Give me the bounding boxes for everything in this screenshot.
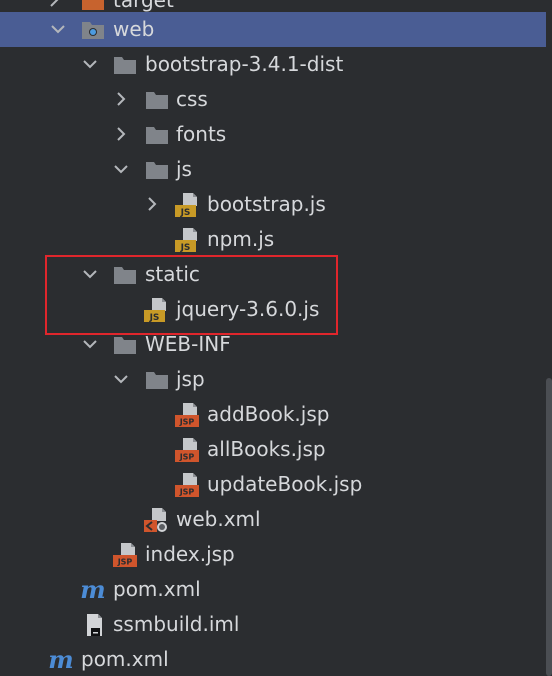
chevron-right-icon[interactable] — [111, 124, 131, 144]
chevron-down-icon[interactable] — [111, 159, 131, 179]
jsp-file-icon: JSP — [174, 472, 200, 498]
project-tree: target web bootstrap-3.4.1-dist css font… — [0, 0, 552, 676]
tree-item-index-jsp[interactable]: JSP index.jsp — [0, 537, 546, 572]
tree-item-addbook-jsp[interactable]: JSP addBook.jsp — [0, 397, 546, 432]
folder-icon — [112, 332, 138, 358]
jsp-file-icon: JSP — [174, 437, 200, 463]
chevron-right-icon[interactable] — [142, 194, 162, 214]
tree-item-label: bootstrap.js — [207, 192, 326, 216]
folder-icon — [144, 122, 170, 148]
tree-item-css[interactable]: css — [0, 82, 546, 117]
tree-item-jsp-folder[interactable]: jsp — [0, 362, 546, 397]
tree-item-label: addBook.jsp — [207, 402, 330, 426]
tree-item-bootstrap-js[interactable]: JS bootstrap.js — [0, 187, 546, 222]
tree-item-label: allBooks.jsp — [207, 437, 326, 461]
tree-item-label: pom.xml — [81, 647, 169, 671]
tree-item-label: static — [145, 262, 200, 286]
chevron-down-icon[interactable] — [80, 54, 100, 74]
tree-item-label: web — [113, 17, 155, 41]
tree-item-web[interactable]: web — [0, 12, 546, 47]
tree-item-js-folder[interactable]: js — [0, 152, 546, 187]
tree-item-label: jsp — [176, 367, 205, 391]
folder-icon — [112, 52, 138, 78]
tree-item-web-inf[interactable]: WEB-INF — [0, 327, 546, 362]
tree-item-label: pom.xml — [113, 577, 201, 601]
tree-item-bootstrap-dist[interactable]: bootstrap-3.4.1-dist — [0, 47, 546, 82]
jsp-badge-text: JSP — [179, 488, 195, 497]
tree-item-label: ssmbuild.iml — [113, 612, 240, 636]
folder-icon — [144, 157, 170, 183]
vertical-scrollbar[interactable] — [546, 378, 552, 676]
maven-icon: m — [48, 647, 74, 673]
jsp-file-icon: JSP — [174, 402, 200, 428]
tree-item-label: js — [176, 157, 192, 181]
tree-item-label: web.xml — [176, 507, 261, 531]
tree-item-jquery-js[interactable]: JS jquery-3.6.0.js — [0, 292, 546, 327]
module-file-icon — [82, 612, 108, 638]
folder-icon — [144, 367, 170, 393]
tree-item-static[interactable]: static — [0, 257, 546, 292]
web-xml-file-icon — [143, 507, 169, 533]
js-file-icon: JS — [143, 297, 169, 323]
jsp-badge-text: JSP — [179, 418, 195, 427]
jsp-badge-text: JSP — [179, 453, 195, 462]
tree-item-label: css — [176, 87, 208, 111]
js-file-icon: JS — [174, 227, 200, 253]
tree-item-npm-js[interactable]: JS npm.js — [0, 222, 546, 257]
js-file-icon: JS — [174, 192, 200, 218]
tree-item-ssmbuild-iml[interactable]: ssmbuild.iml — [0, 607, 546, 642]
tree-item-fonts[interactable]: fonts — [0, 117, 546, 152]
js-badge-text: JS — [180, 208, 191, 218]
chevron-down-icon[interactable] — [80, 334, 100, 354]
tree-item-label: updateBook.jsp — [207, 472, 363, 496]
web-folder-icon — [80, 17, 106, 43]
tree-item-label: jquery-3.6.0.js — [176, 297, 320, 321]
chevron-down-icon[interactable] — [111, 369, 131, 389]
folder-icon — [112, 262, 138, 288]
chevron-down-icon[interactable] — [80, 264, 100, 284]
chevron-right-icon[interactable] — [44, 0, 64, 10]
maven-icon: m — [80, 577, 106, 603]
tree-item-label: fonts — [176, 122, 227, 146]
tree-item-allbooks-jsp[interactable]: JSP allBooks.jsp — [0, 432, 546, 467]
chevron-right-icon[interactable] — [111, 89, 131, 109]
jsp-file-icon: JSP — [112, 542, 138, 568]
js-badge-text: JS — [180, 243, 191, 253]
tree-item-label: bootstrap-3.4.1-dist — [145, 52, 344, 76]
folder-icon — [144, 87, 170, 113]
tree-item-label: index.jsp — [145, 542, 235, 566]
maven-icon-glyph: m — [48, 645, 74, 674]
tree-item-updatebook-jsp[interactable]: JSP updateBook.jsp — [0, 467, 546, 502]
chevron-down-icon[interactable] — [48, 19, 68, 39]
tree-item-label: WEB-INF — [145, 332, 231, 356]
jsp-badge-text: JSP — [117, 558, 133, 567]
tree-item-web-xml[interactable]: web.xml — [0, 502, 546, 537]
tree-item-label: npm.js — [207, 227, 275, 251]
maven-icon-glyph: m — [80, 575, 106, 604]
js-badge-text: JS — [149, 313, 160, 323]
tree-item-pom-xml-root[interactable]: m pom.xml — [0, 642, 546, 676]
tree-item-pom-xml-module[interactable]: m pom.xml — [0, 572, 546, 607]
